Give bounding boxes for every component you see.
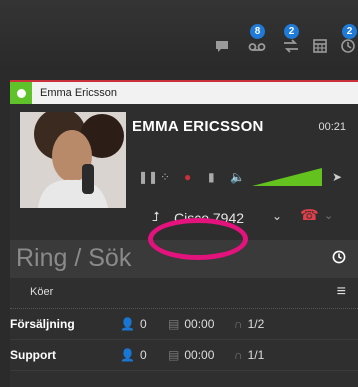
dial-search-bar[interactable]: Ring / Sök — [10, 240, 358, 278]
device-selector[interactable]: ⮥ Cisco 7942 ⌄ ☎ ⌄ — [138, 206, 338, 230]
calls-ratio: ∩ 1/1 — [234, 348, 265, 362]
device-name: Cisco 7942 — [174, 210, 245, 226]
chevron-down-icon[interactable]: ⌄ — [324, 209, 333, 222]
headset-icon: ∩ — [234, 348, 243, 362]
headset-icon: ∩ — [234, 317, 243, 331]
agents-count: 👤 0 — [120, 348, 147, 362]
calendar-icon: ▤ — [168, 348, 180, 362]
pause-icon[interactable]: ❚❚ — [138, 170, 158, 184]
contact-name: Emma Ericsson — [40, 87, 118, 99]
history-icon[interactable]: 2 — [340, 24, 358, 60]
chevron-down-icon[interactable]: ⌄ — [272, 209, 282, 223]
hangup-icon[interactable]: ☎ — [300, 206, 319, 224]
transfer-icon[interactable]: ➤ — [332, 170, 342, 184]
presence-icon — [10, 82, 32, 104]
calculator-icon[interactable] — [312, 38, 332, 60]
chat-icon[interactable] — [214, 38, 234, 60]
wait-time: ▤ 00:00 — [168, 317, 215, 331]
caller-photo — [20, 112, 126, 208]
mic-icon[interactable]: ▮ — [208, 170, 215, 184]
dial-search-label: Ring / Sök — [16, 244, 132, 272]
top-toolbar: 8 2 2 — [0, 0, 358, 70]
person-icon: 👤 — [120, 348, 135, 362]
recordings-badge: 2 — [284, 24, 299, 39]
active-call: EMMA ERICSSON 00:21 ❚❚ ⁘ ● ▮ 🔈 ➤ ⮥ Cisco… — [10, 104, 358, 244]
recordings-icon[interactable]: 2 — [282, 24, 302, 60]
queues-header: Köer ≡ — [10, 278, 358, 309]
volume-icon[interactable]: 🔈 — [230, 170, 245, 184]
agents-count: 👤 0 — [120, 317, 147, 331]
calls-ratio: ∩ 1/2 — [234, 317, 265, 331]
contact-bar[interactable]: Emma Ericsson — [10, 82, 358, 104]
voicemail-icon[interactable]: 8 — [248, 24, 268, 60]
calendar-icon: ▤ — [168, 317, 180, 331]
clock-icon[interactable] — [332, 250, 346, 267]
queue-row[interactable]: Support 👤 0 ▤ 00:00 ∩ 1/1 — [10, 340, 358, 371]
call-timer: 00:21 — [318, 121, 346, 133]
queue-name: Support — [10, 348, 56, 362]
wait-time: ▤ 00:00 — [168, 348, 215, 362]
queue-row[interactable]: Försäljning 👤 0 ▤ 00:00 ∩ 1/2 — [10, 309, 358, 340]
volume-slider[interactable] — [252, 166, 324, 188]
caller-name: EMMA ERICSSON — [132, 118, 264, 135]
queues-label: Köer — [30, 286, 54, 298]
menu-icon[interactable]: ≡ — [337, 283, 346, 301]
voicemail-badge: 8 — [250, 24, 265, 39]
call-panel: Emma Ericsson EMMA ERICSSON 00:21 ❚❚ ⁘ ●… — [10, 80, 358, 387]
device-transfer-icon: ⮥ — [152, 209, 160, 224]
queue-name: Försäljning — [10, 317, 75, 331]
history-badge: 2 — [342, 24, 357, 39]
keypad-icon[interactable]: ⁘ — [160, 170, 170, 184]
person-icon: 👤 — [120, 317, 135, 331]
record-icon[interactable]: ● — [184, 170, 191, 184]
